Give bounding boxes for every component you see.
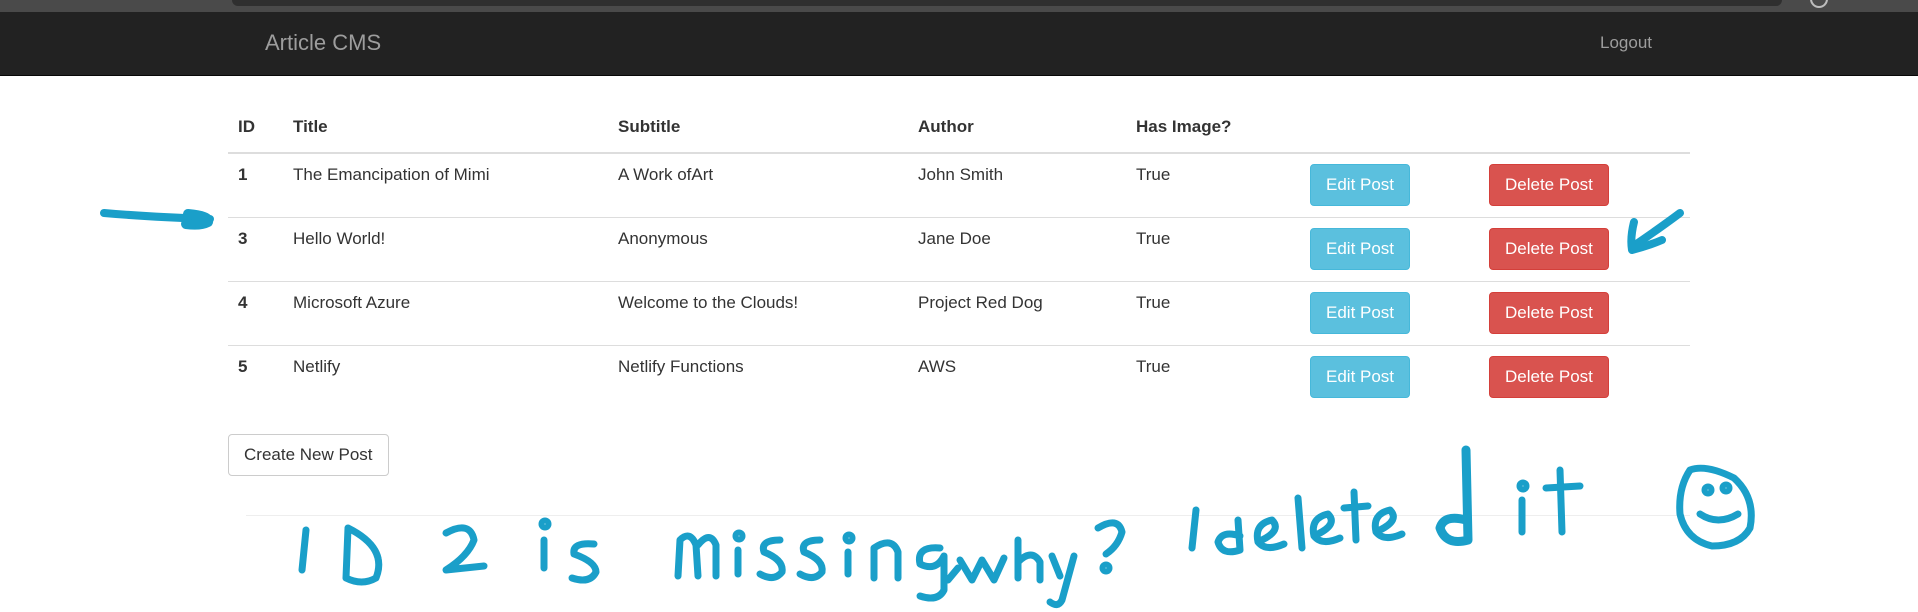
table-row: 5 Netlify Netlify Functions AWS True Edi… [228,345,1690,409]
table-header-row: ID Title Subtitle Author Has Image? [228,102,1690,154]
column-header-subtitle: Subtitle [608,102,908,154]
column-header-has-image: Has Image? [1126,102,1300,154]
left-arrow-annotation [100,209,214,223]
column-header-edit [1300,102,1479,154]
browser-top-strip [0,0,1918,12]
row-id: 3 [238,229,248,248]
delete-post-button[interactable]: Delete Post [1489,292,1609,334]
smiley-face-icon [1676,464,1755,550]
row-title: Hello World! [293,229,386,248]
row-title: Netlify [293,357,341,376]
column-header-author: Author [908,102,1126,154]
table-row: 4 Microsoft Azure Welcome to the Clouds!… [228,281,1690,346]
row-subtitle: Netlify Functions [618,357,744,376]
navbar: Article CMS Logout [0,12,1918,76]
row-subtitle: A Work ofArt [618,165,714,184]
row-author: Project Red Dog [918,293,1043,312]
column-header-id: ID [228,102,283,154]
posts-table: ID Title Subtitle Author Has Image? 1 Th… [228,102,1690,409]
row-author: John Smith [918,165,1004,184]
row-has-image: True [1136,357,1171,376]
edit-post-button[interactable]: Edit Post [1310,356,1411,398]
table-row: 1 The Emancipation of Mimi A Work ofArt … [228,152,1690,218]
column-header-delete [1479,102,1690,154]
browser-profile-icon[interactable] [1810,0,1828,8]
edit-post-button[interactable]: Edit Post [1310,164,1411,206]
row-id: 1 [238,165,248,184]
row-author: Jane Doe [918,229,991,248]
row-id: 5 [238,357,248,376]
row-has-image: True [1136,165,1171,184]
delete-post-button[interactable]: Delete Post [1489,356,1609,398]
create-new-post-button[interactable]: Create New Post [228,434,389,476]
row-subtitle: Welcome to the Clouds! [618,293,799,312]
navbar-brand[interactable]: Article CMS [265,30,381,56]
handwritten-note [298,445,1584,609]
row-has-image: True [1136,293,1171,312]
row-subtitle: Anonymous [618,229,708,248]
row-title: The Emancipation of Mimi [293,165,490,184]
row-title: Microsoft Azure [293,293,411,312]
table-row: 3 Hello World! Anonymous Jane Doe True E… [228,217,1690,282]
row-id: 4 [238,293,248,312]
delete-post-button[interactable]: Delete Post [1489,228,1609,270]
delete-post-button[interactable]: Delete Post [1489,164,1609,206]
divider [246,515,1690,516]
logout-link[interactable]: Logout [1600,33,1652,53]
edit-post-button[interactable]: Edit Post [1310,292,1411,334]
edit-post-button[interactable]: Edit Post [1310,228,1411,270]
browser-address-bar[interactable] [232,0,1782,6]
row-author: AWS [918,357,957,376]
column-header-title: Title [283,102,608,154]
row-has-image: True [1136,229,1171,248]
